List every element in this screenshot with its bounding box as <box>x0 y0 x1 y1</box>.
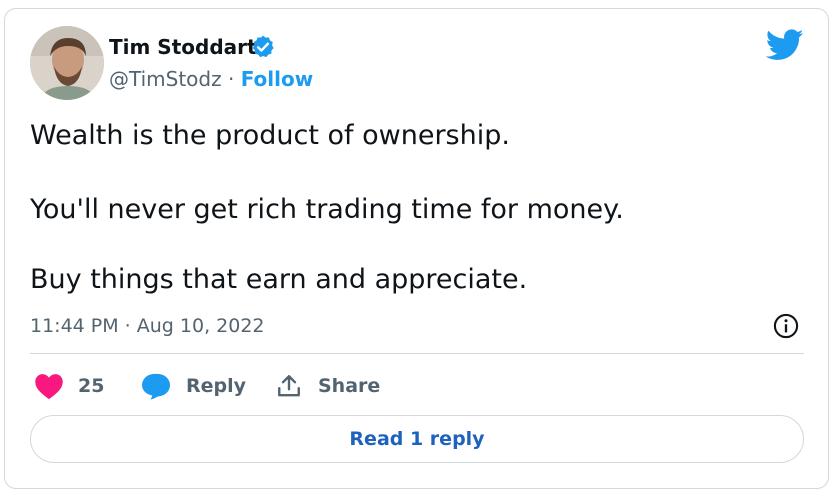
separator: · <box>221 67 241 91</box>
tweet-text-line: Wealth is the product of ownership. <box>30 120 510 151</box>
twitter-bird-icon[interactable] <box>766 29 804 61</box>
share-button[interactable]: Share <box>276 371 380 401</box>
reply-label: Reply <box>186 375 247 397</box>
read-replies-label: Read 1 reply <box>349 428 485 450</box>
tweet-text-line: Buy things that earn and appreciate. <box>30 264 528 295</box>
author-name[interactable]: Tim Stoddart <box>109 34 257 60</box>
follow-link[interactable]: Follow <box>241 67 314 91</box>
author-handle[interactable]: @TimStodz <box>109 67 222 91</box>
avatar-photo <box>30 26 104 100</box>
read-replies-button[interactable]: Read 1 reply <box>30 415 804 463</box>
share-label: Share <box>318 375 381 397</box>
avatar[interactable] <box>30 26 104 100</box>
tweet-text-line: You'll never get rich trading time for m… <box>30 194 624 225</box>
divider <box>30 353 804 354</box>
like-button[interactable]: 25 <box>34 371 104 401</box>
author-handle-row: @TimStodz · Follow <box>109 66 313 92</box>
verified-badge-icon <box>252 35 274 58</box>
like-count: 25 <box>78 375 105 397</box>
info-icon[interactable] <box>772 312 800 340</box>
tweet-timestamp[interactable]: 11:44 PM · Aug 10, 2022 <box>30 313 265 339</box>
share-icon <box>278 375 300 397</box>
reply-button[interactable]: Reply <box>140 371 246 401</box>
speech-bubble-icon <box>142 373 170 400</box>
heart-icon <box>35 374 63 400</box>
